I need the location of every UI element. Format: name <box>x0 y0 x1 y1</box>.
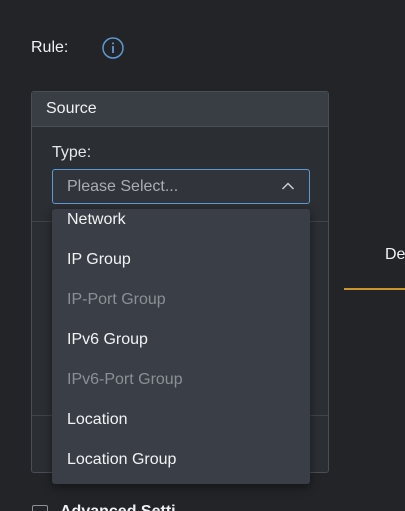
type-label: Type: <box>52 144 92 161</box>
source-title: Source <box>46 100 97 117</box>
info-icon[interactable] <box>102 37 124 59</box>
chevron-up-icon <box>281 182 295 190</box>
type-select-placeholder: Please Select... <box>67 178 179 195</box>
rule-label: Rule: <box>31 39 69 56</box>
option-ipv6-port-group: IPv6-Port Group <box>67 371 183 388</box>
option-ip-port-group: IP-Port Group <box>67 291 166 308</box>
option-network[interactable]: Network <box>67 211 126 229</box>
option-location-group[interactable]: Location Group <box>67 451 176 469</box>
option-ip-group[interactable]: IP Group <box>67 251 131 269</box>
page: Rule: Source Type: Please Select... Netw… <box>0 0 405 511</box>
source-header: Source <box>32 92 328 127</box>
option-ipv6-group[interactable]: IPv6 Group <box>67 331 148 349</box>
destination-label: De <box>385 246 405 263</box>
destination-tab-underline <box>344 288 405 290</box>
type-dropdown-menu: Network IP Group IP-Port Group IPv6 Grou… <box>52 209 310 484</box>
advanced-settings-label: Advanced Setti <box>60 503 176 511</box>
advanced-settings-checkbox[interactable] <box>32 505 48 511</box>
option-location[interactable]: Location <box>67 411 128 429</box>
type-select[interactable]: Please Select... <box>52 169 310 204</box>
